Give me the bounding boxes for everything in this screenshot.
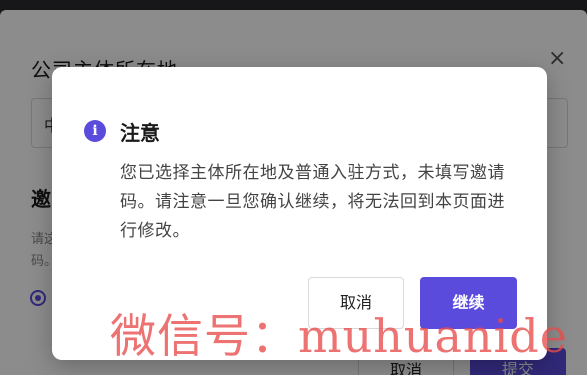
cancel-button[interactable]: 取消: [308, 277, 404, 329]
confirm-dialog-message: 您已选择主体所在地及普通入驻方式，未填写邀请码。请注意一旦您确认继续，将无法回到…: [120, 163, 505, 241]
screen: 公司主体所在地 × 中 邀 请这 码。 取消 提交 i 注意 您已选择主体所在地…: [0, 0, 587, 375]
info-icon: i: [84, 120, 106, 142]
continue-button[interactable]: 继续: [420, 277, 517, 329]
confirm-dialog-title: 注意: [120, 121, 160, 145]
confirm-dialog: i 注意 您已选择主体所在地及普通入驻方式，未填写邀请码。请注意一旦您确认继续，…: [52, 67, 547, 360]
